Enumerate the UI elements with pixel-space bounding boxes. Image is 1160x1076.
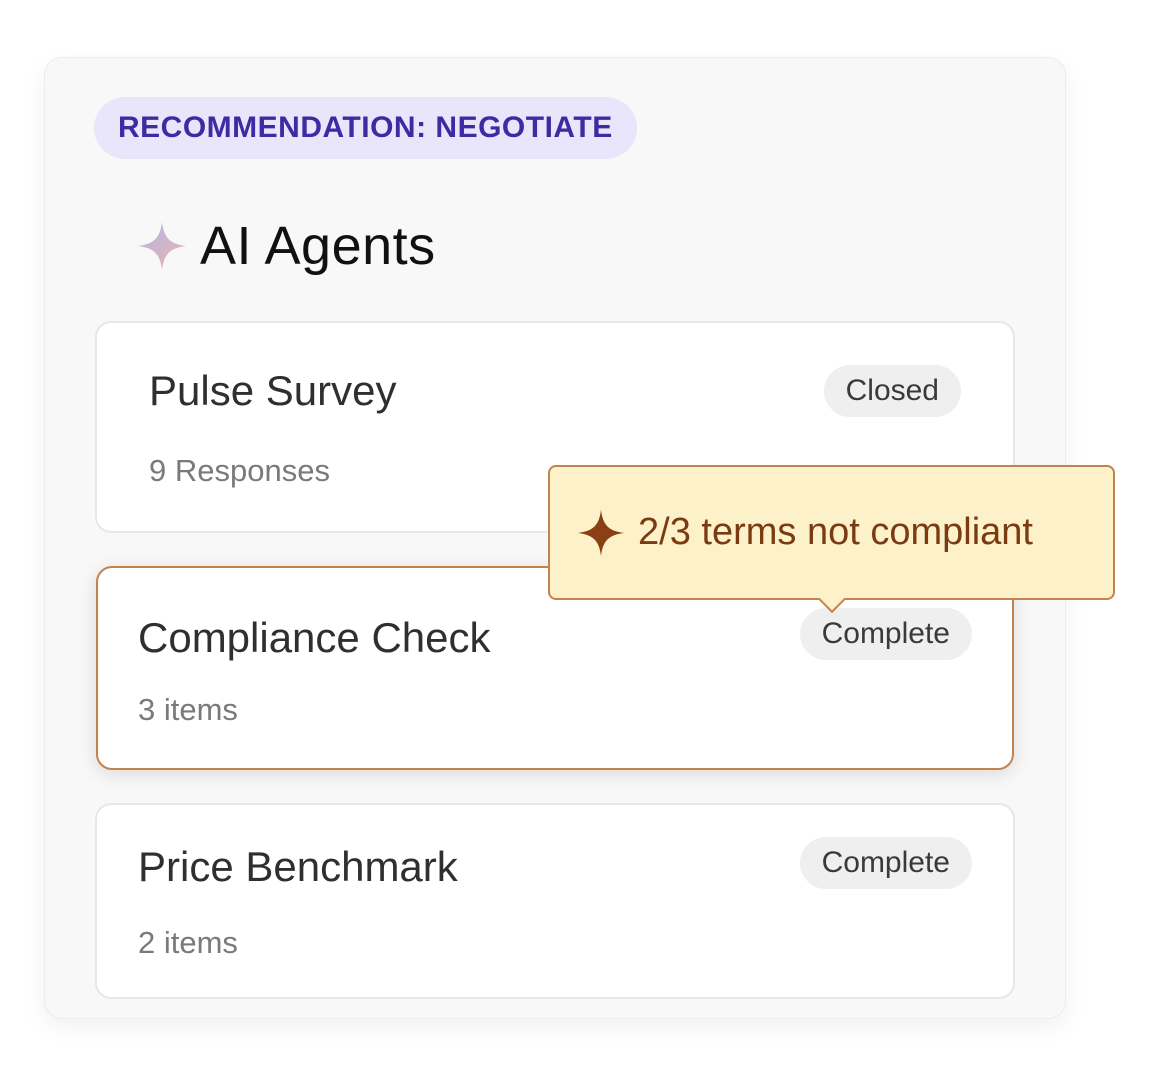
- agent-card-title: Price Benchmark: [138, 843, 458, 890]
- compliance-tooltip: 2/3 terms not compliant: [548, 465, 1115, 614]
- recommendation-badge: RECOMMENDATION: NEGOTIATE: [94, 97, 637, 159]
- agent-card-price-benchmark[interactable]: Price Benchmark 2 items Complete: [95, 803, 1015, 999]
- status-badge: Closed: [823, 365, 961, 417]
- sparkle-icon: [138, 222, 186, 270]
- sparkle-icon: [577, 509, 625, 556]
- agent-card-subtitle: 9 Responses: [149, 453, 330, 488]
- agent-card-title: Pulse Survey: [149, 367, 397, 414]
- tooltip-text: 2/3 terms not compliant: [638, 511, 1033, 553]
- status-badge: Complete: [799, 608, 972, 660]
- section-heading: AI Agents: [136, 210, 436, 282]
- agent-card-subtitle: 2 items: [138, 925, 238, 960]
- status-badge: Complete: [799, 837, 972, 889]
- section-title: AI Agents: [200, 216, 436, 276]
- agent-card-subtitle: 3 items: [138, 692, 238, 727]
- agent-card-title: Compliance Check: [138, 614, 491, 661]
